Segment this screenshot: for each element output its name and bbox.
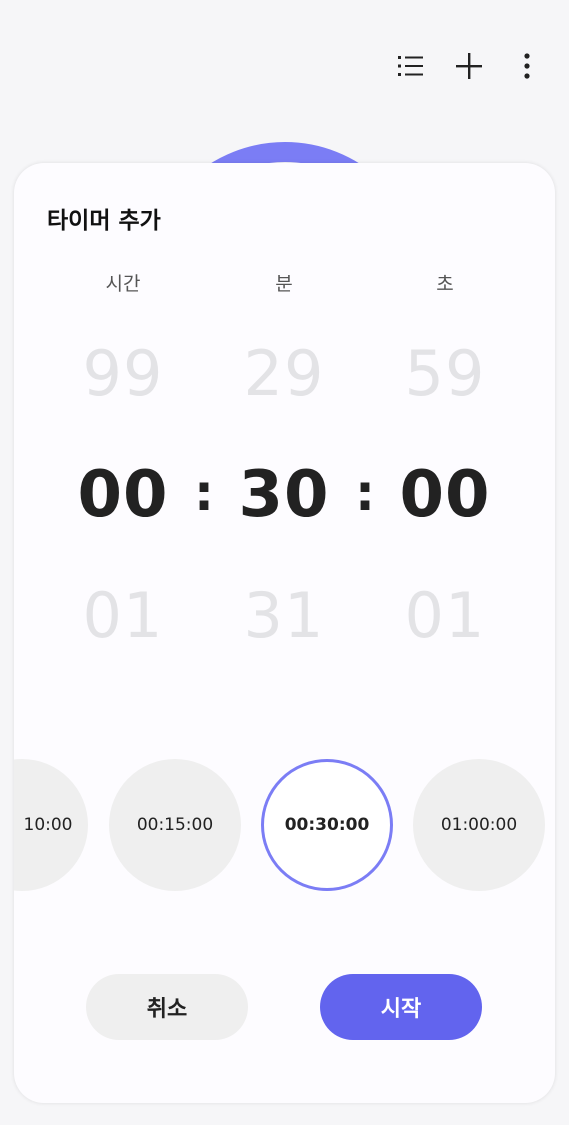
- plus-icon: [456, 53, 482, 79]
- seconds-next[interactable]: 01: [375, 581, 515, 651]
- preset-label: 00:15:00: [136, 815, 214, 835]
- hours-next[interactable]: 01: [53, 581, 193, 651]
- add-timer-dialog: 타이머 추가 시간 분 초 99 00 01 : 29 30 31 : 59 0…: [14, 163, 555, 1103]
- preset-chip[interactable]: 00:15:00: [109, 759, 241, 891]
- more-options-button[interactable]: [505, 44, 549, 88]
- hours-label: 시간: [105, 273, 141, 295]
- preset-label: 10:00: [23, 815, 73, 835]
- preset-label: 01:00:00: [440, 815, 518, 835]
- preset-chip[interactable]: 10:00: [14, 759, 88, 891]
- minutes-prev[interactable]: 29: [214, 339, 354, 409]
- add-timer-button[interactable]: [447, 44, 491, 88]
- app-toolbar: [389, 44, 549, 88]
- seconds-current[interactable]: 00: [375, 460, 515, 530]
- seconds-label: 초: [436, 273, 454, 295]
- cancel-button[interactable]: 취소: [86, 974, 248, 1040]
- preset-timers: 10:00 00:15:00 00:30:00 01:00:00: [14, 759, 555, 891]
- hours-current[interactable]: 00: [53, 460, 193, 530]
- more-vert-icon: [524, 53, 530, 79]
- preset-chip[interactable]: 01:00:00: [413, 759, 545, 891]
- dialog-title: 타이머 추가: [47, 208, 161, 234]
- start-button[interactable]: 시작: [320, 974, 482, 1040]
- preset-label: 00:30:00: [284, 815, 370, 835]
- list-icon: [398, 56, 423, 76]
- minutes-label: 분: [275, 273, 293, 295]
- seconds-prev[interactable]: 59: [375, 339, 515, 409]
- list-button[interactable]: [389, 44, 433, 88]
- minutes-current[interactable]: 30: [214, 460, 354, 530]
- hours-prev[interactable]: 99: [53, 339, 193, 409]
- minutes-next[interactable]: 31: [214, 581, 354, 651]
- preset-chip-selected[interactable]: 00:30:00: [261, 759, 393, 891]
